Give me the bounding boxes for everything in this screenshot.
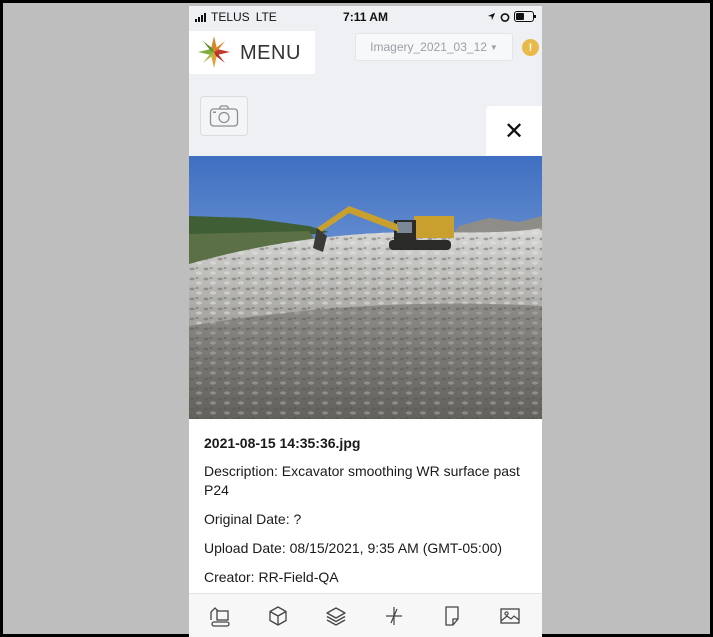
excavator-tool-button[interactable] [206,602,234,630]
alarm-icon [500,12,510,22]
layers-icon [326,607,346,626]
menu-label: MENU [240,42,301,64]
photo-description: Description: Excavator smoothing WR surf… [204,463,520,498]
menu-button[interactable]: MENU [189,31,315,74]
measure-button[interactable] [380,602,408,630]
bottom-toolbar [189,593,542,637]
phone-screen: TELUS LTE 7:11 AM MENU Imagery_2021_03_1… [189,6,542,637]
app-logo-icon [198,36,230,68]
imagery-dropdown[interactable]: Imagery_2021_03_12 ▼ [355,33,513,61]
document-icon [445,606,459,626]
photo-original-date: Original Date: ? [204,511,302,527]
status-icons [487,11,536,22]
chevron-down-icon: ▼ [489,42,498,52]
photo-details: 2021-08-15 14:35:36.jpg Description: Exc… [189,419,542,593]
battery-icon [514,11,536,22]
screenshot-frame: TELUS LTE 7:11 AM MENU Imagery_2021_03_1… [3,3,710,637]
measure-icon [386,607,402,625]
photo-filename: 2021-08-15 14:35:36.jpg [204,435,361,451]
3d-model-button[interactable] [264,602,292,630]
image-icon [500,608,520,624]
close-icon: ✕ [503,117,525,145]
location-icon [487,12,496,21]
photo-upload-date: Upload Date: 08/15/2021, 9:35 AM (GMT-05… [204,540,503,556]
status-bar: TELUS LTE 7:11 AM [189,6,542,28]
layers-button[interactable] [322,602,350,630]
imagery-button[interactable] [496,602,524,630]
camera-icon [209,105,239,127]
photo-creator: Creator: RR-Field-QA [204,569,339,585]
camera-button[interactable] [200,96,248,136]
imagery-dropdown-value: Imagery_2021_03_12 [370,40,487,54]
cube-icon [269,606,287,626]
excavator-icon [210,607,230,627]
close-button[interactable]: ✕ [486,106,542,156]
site-photo[interactable] [189,156,542,419]
alert-badge[interactable]: ! [522,39,539,56]
document-button[interactable] [438,602,466,630]
